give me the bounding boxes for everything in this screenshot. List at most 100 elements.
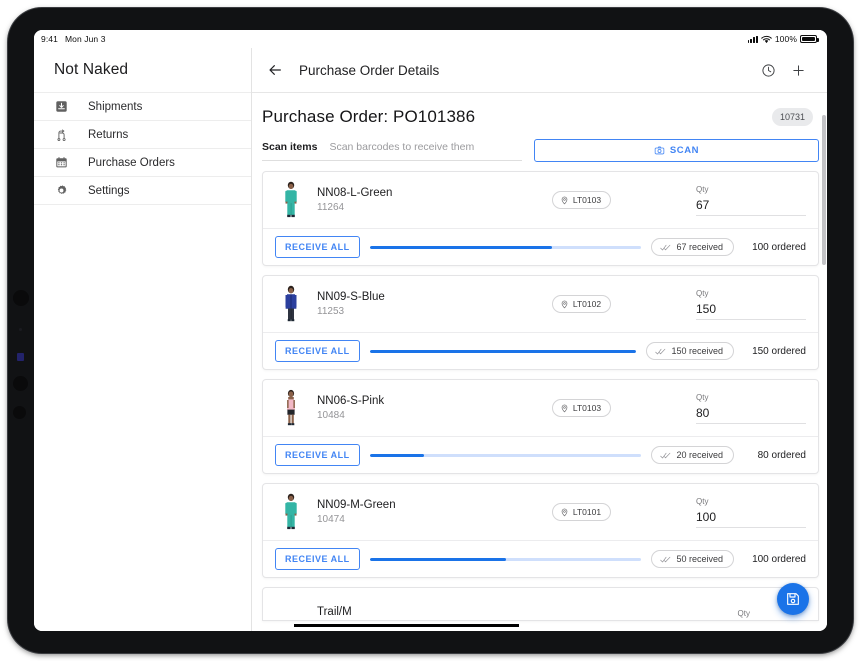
product-thumbnail <box>279 604 303 618</box>
device-button-top[interactable] <box>13 290 29 306</box>
sidebar-item-label: Settings <box>88 185 130 197</box>
location-chip[interactable]: LT0101 <box>552 503 611 521</box>
sidebar: Not Naked Shipments <box>34 48 252 631</box>
sidebar-item-label: Returns <box>88 129 128 141</box>
scan-input[interactable]: Scan items Scan barcodes to receive them <box>262 141 522 161</box>
receive-all-button[interactable]: RECEIVE ALL <box>275 236 360 258</box>
receive-progress-fill <box>370 454 424 457</box>
scan-button-label: SCAN <box>670 145 699 156</box>
save-button[interactable] <box>777 583 809 615</box>
product-info: NN09-M-Green 10474 <box>317 499 467 525</box>
ordered-label: 100 ordered <box>744 554 806 565</box>
item-card[interactable]: NN09-M-Green 10474 LT0101 Qty 100 RECEIV… <box>262 483 819 578</box>
product-sku: 10484 <box>317 410 467 421</box>
product-sku: 10474 <box>317 514 467 525</box>
plus-icon[interactable] <box>785 57 811 83</box>
location-chip[interactable]: LT0102 <box>552 295 611 313</box>
qty-value: 150 <box>696 302 806 316</box>
purchase-order-items-list: NN08-L-Green 11264 LT0103 Qty 67 RECEIVE… <box>262 171 819 578</box>
receive-progress-fill <box>370 350 637 353</box>
location-pin-icon <box>560 508 569 517</box>
app-bar: Purchase Order Details <box>252 48 827 93</box>
purchase-order-header: Purchase Order: PO101386 10731 <box>262 93 819 135</box>
receive-all-button[interactable]: RECEIVE ALL <box>275 340 360 362</box>
qty-label: Qty <box>696 185 806 194</box>
tablet-device-frame: 9:41 Mon Jun 3 100% <box>8 8 853 653</box>
ordered-label: 100 ordered <box>744 242 806 253</box>
item-card-top: NN06-S-Pink 10484 LT0103 Qty 80 <box>263 380 818 436</box>
qty-value: 67 <box>696 198 806 212</box>
item-card[interactable]: NN09-S-Blue 11253 LT0102 Qty 150 RECEIVE… <box>262 275 819 370</box>
status-date: Mon Jun 3 <box>65 34 106 44</box>
location-wrapper: LT0101 <box>467 503 696 521</box>
receive-progress-bar[interactable] <box>370 246 642 249</box>
content-scroll-area[interactable]: Purchase Order: PO101386 10731 Scan item… <box>252 93 827 631</box>
receive-progress-fill <box>370 558 506 561</box>
location-chip[interactable]: LT0103 <box>552 399 611 417</box>
sidebar-item-purchase-orders[interactable]: Purchase Orders <box>34 149 251 177</box>
receive-progress-bar[interactable] <box>370 558 642 561</box>
scan-button[interactable]: SCAN <box>534 139 819 162</box>
sidebar-item-settings[interactable]: Settings <box>34 177 251 205</box>
scrollbar-thumb[interactable] <box>822 115 826 265</box>
location-chip[interactable]: LT0103 <box>552 191 611 209</box>
receive-progress-bar[interactable] <box>370 350 637 353</box>
receive-all-button[interactable]: RECEIVE ALL <box>275 548 360 570</box>
gear-icon <box>50 184 72 197</box>
status-badge: 10731 <box>772 108 813 126</box>
battery-full-icon <box>800 35 817 44</box>
product-info: NN09-S-Blue 11253 <box>317 291 467 317</box>
app-body: Not Naked Shipments <box>34 48 827 631</box>
ordered-label: 80 ordered <box>744 450 806 461</box>
qty-input[interactable]: Qty 67 <box>696 185 806 216</box>
sidebar-item-returns[interactable]: Returns <box>34 121 251 149</box>
item-card[interactable]: NN06-S-Pink 10484 LT0103 Qty 80 RECEIVE … <box>262 379 819 474</box>
qty-input[interactable]: Qty 100 <box>696 497 806 528</box>
device-button-middle[interactable] <box>13 376 28 391</box>
received-chip[interactable]: 20 received <box>651 446 734 464</box>
item-card[interactable]: NN08-L-Green 11264 LT0103 Qty 67 RECEIVE… <box>262 171 819 266</box>
received-chip[interactable]: 67 received <box>651 238 734 256</box>
qty-input[interactable]: Qty 150 <box>696 289 806 320</box>
location-pin-icon <box>560 300 569 309</box>
location-wrapper: LT0102 <box>467 295 696 313</box>
scrollbar[interactable] <box>822 93 826 631</box>
sidebar-header: Not Naked <box>34 48 251 93</box>
save-icon <box>785 591 801 607</box>
receive-all-button[interactable]: RECEIVE ALL <box>275 444 360 466</box>
clock-history-icon[interactable] <box>755 57 781 83</box>
main-content: Purchase Order Details <box>252 48 827 631</box>
product-thumbnail <box>279 284 303 324</box>
inbox-download-icon <box>50 100 72 113</box>
receive-progress-fill <box>370 246 552 249</box>
product-thumbnail <box>279 180 303 220</box>
received-label: 67 received <box>676 242 723 252</box>
scan-row: Scan items Scan barcodes to receive them… <box>262 135 819 171</box>
ordered-label: 150 ordered <box>744 346 806 357</box>
product-info: NN08-L-Green 11264 <box>317 187 467 213</box>
location-label: LT0102 <box>573 299 601 309</box>
product-thumbnail <box>279 492 303 532</box>
location-label: LT0101 <box>573 507 601 517</box>
product-sku: 11253 <box>317 306 467 317</box>
item-card-partial[interactable]: Trail/M Qty <box>262 587 819 621</box>
item-card-bottom: RECEIVE ALL 150 received 150 ordered <box>263 332 818 369</box>
device-sensor-dot <box>19 328 22 331</box>
qty-input[interactable]: Qty 80 <box>696 393 806 424</box>
received-chip[interactable]: 150 received <box>646 342 734 360</box>
receive-progress-bar[interactable] <box>370 454 642 457</box>
location-label: LT0103 <box>573 403 601 413</box>
device-screen-bezel: 9:41 Mon Jun 3 100% <box>34 30 827 631</box>
received-label: 20 received <box>676 450 723 460</box>
back-button[interactable] <box>262 57 288 83</box>
done-all-icon <box>660 555 671 564</box>
cellular-signal-icon <box>748 35 758 43</box>
received-chip[interactable]: 50 received <box>651 550 734 568</box>
product-name: NN09-M-Green <box>317 499 467 511</box>
device-indicator-glyph <box>17 353 24 361</box>
wifi-icon <box>761 35 772 44</box>
product-name: NN08-L-Green <box>317 187 467 199</box>
device-button-bottom[interactable] <box>13 406 26 419</box>
sidebar-item-shipments[interactable]: Shipments <box>34 93 251 121</box>
qty-label: Qty <box>696 289 806 298</box>
